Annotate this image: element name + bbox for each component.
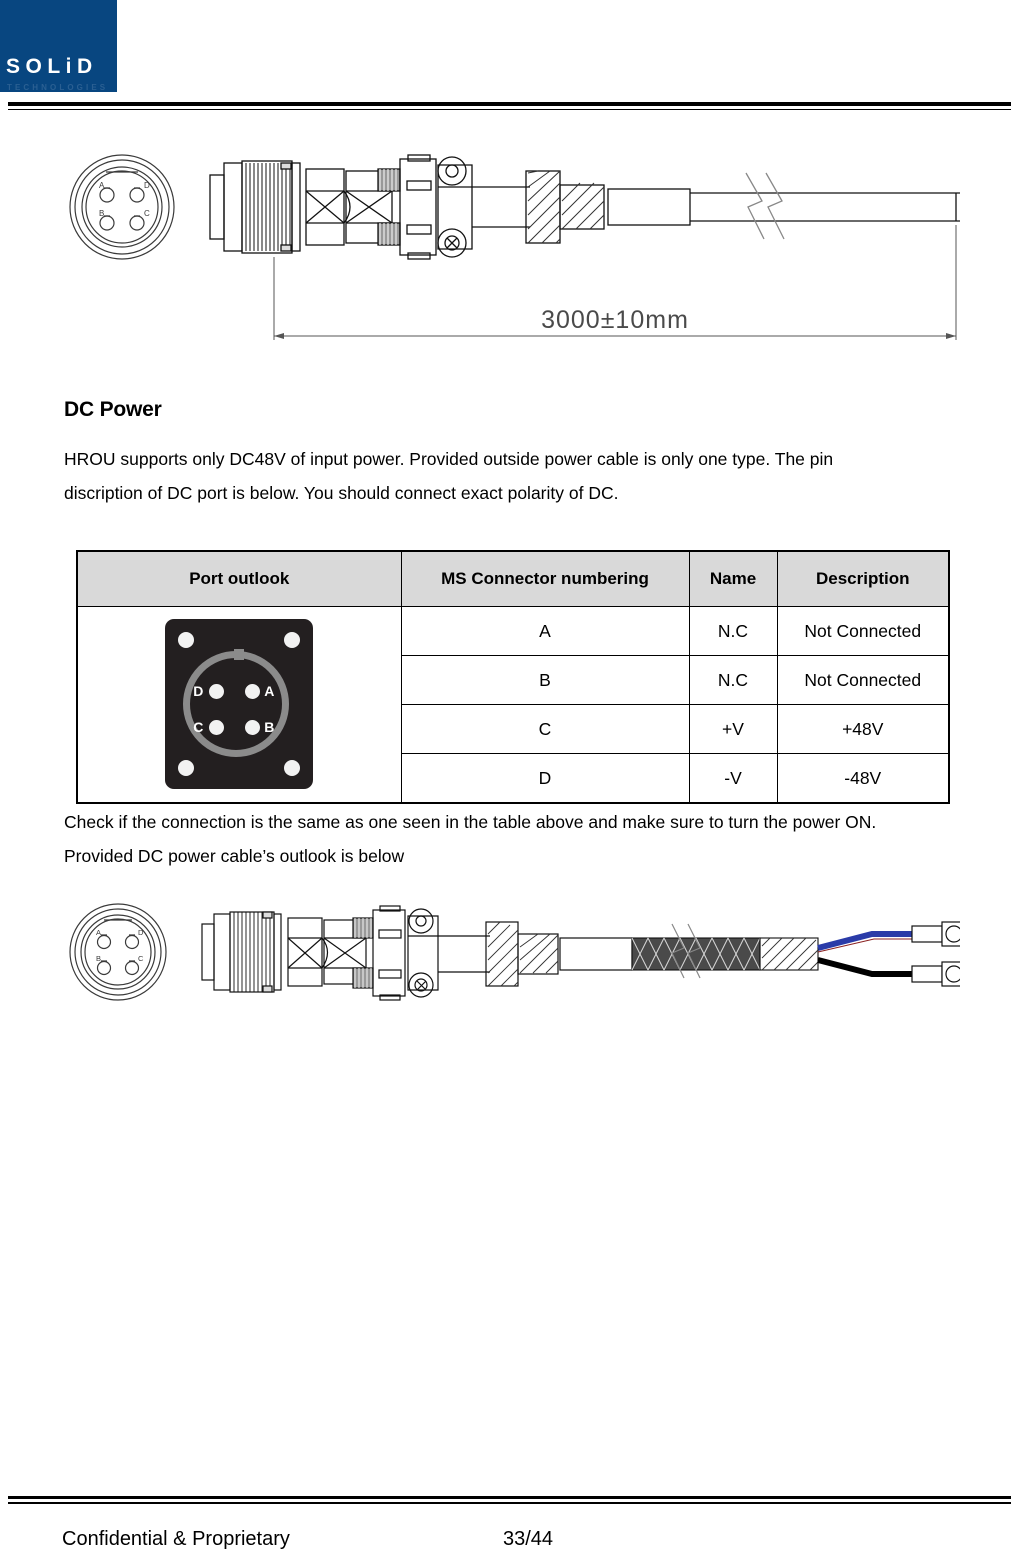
- svg-text:D: D: [138, 928, 144, 937]
- dc-pinout-table: Port outlook MS Connector numbering Name…: [76, 550, 950, 804]
- pin-a-contact: [245, 683, 261, 699]
- post-line-2: Provided DC power cable’s outlook is bel…: [64, 846, 405, 866]
- dimension-label: 3000±10mm: [541, 306, 689, 334]
- cell-description: -48V: [776, 753, 950, 804]
- cell-name: +V: [688, 704, 778, 754]
- table-row: D A C B A N.C Not Connected: [76, 606, 950, 804]
- mounting-hole-icon: [178, 631, 195, 648]
- intro-paragraph: HROU supports only DC48V of input power.…: [64, 442, 957, 510]
- footer-page-number: 33/44: [503, 1528, 554, 1550]
- cell-numbering: B: [400, 655, 690, 705]
- svg-text:C: C: [144, 209, 150, 218]
- cell-numbering: C: [400, 704, 690, 754]
- solid-logo-block: [0, 0, 117, 92]
- header-rule-thick: [8, 102, 1011, 106]
- section-heading: DC Power: [64, 398, 162, 421]
- mounting-hole-icon: [284, 759, 301, 776]
- cell-description: +48V: [776, 704, 950, 754]
- connector-ring: [183, 650, 290, 757]
- pin-c-contact: [209, 719, 225, 735]
- dc-power-cable-drawing: A D B C: [69, 903, 960, 1001]
- cell-description: Not Connected: [776, 606, 950, 656]
- page-header: SOLiD TECHNOLOGIES: [0, 0, 1019, 120]
- port-outlook-image: D A C B: [78, 613, 401, 797]
- table-header-row: Port outlook MS Connector numbering Name…: [76, 550, 950, 607]
- cell-name: N.C: [688, 655, 778, 705]
- cell-description: Not Connected: [776, 655, 950, 705]
- post-table-paragraph: Check if the connection is the same as o…: [64, 805, 964, 873]
- intro-line-1: HROU supports only DC48V of input power.…: [64, 449, 834, 469]
- mounting-hole-icon: [284, 631, 301, 648]
- intro-line-2: discription of DC port is below. You sho…: [64, 483, 619, 503]
- svg-text:C: C: [138, 954, 144, 963]
- mounting-hole-icon: [178, 759, 195, 776]
- power-cable-drawing: A D B C 3000±10mm: [69, 154, 960, 340]
- panel-connector-graphic: D A C B: [165, 618, 314, 789]
- th-ms-connector-numbering: MS Connector numbering: [400, 550, 690, 607]
- footer-rule-thick: [8, 1496, 1011, 1499]
- logo-wordmark: SOLiD: [6, 55, 98, 78]
- cell-numbering: D: [400, 753, 690, 804]
- cell-numbering: A: [400, 606, 690, 656]
- cell-name: N.C: [688, 606, 778, 656]
- post-line-1: Check if the connection is the same as o…: [64, 812, 877, 832]
- footer-rule-thin: [8, 1502, 1011, 1504]
- svg-text:B: B: [99, 209, 104, 218]
- th-port-outlook: Port outlook: [76, 550, 402, 607]
- th-description: Description: [776, 550, 950, 607]
- header-rule-thin: [8, 109, 1011, 110]
- footer-confidential-text: Confidential & Proprietary: [62, 1528, 290, 1550]
- pin-d-contact: [209, 683, 225, 699]
- port-outlook-cell: D A C B: [76, 606, 402, 804]
- pin-label-d: D: [193, 682, 204, 699]
- svg-text:A: A: [99, 181, 105, 190]
- pin-label-c: C: [193, 718, 204, 735]
- svg-text:A: A: [96, 928, 101, 937]
- logo-subtitle: TECHNOLOGIES: [7, 83, 109, 92]
- svg-text:B: B: [96, 954, 101, 963]
- svg-text:D: D: [144, 181, 150, 190]
- pin-b-contact: [245, 719, 261, 735]
- keyway-notch-icon: [234, 648, 245, 660]
- pin-label-a: A: [264, 682, 275, 699]
- pin-label-b: B: [264, 718, 275, 735]
- cell-name: -V: [688, 753, 778, 804]
- th-name: Name: [688, 550, 778, 607]
